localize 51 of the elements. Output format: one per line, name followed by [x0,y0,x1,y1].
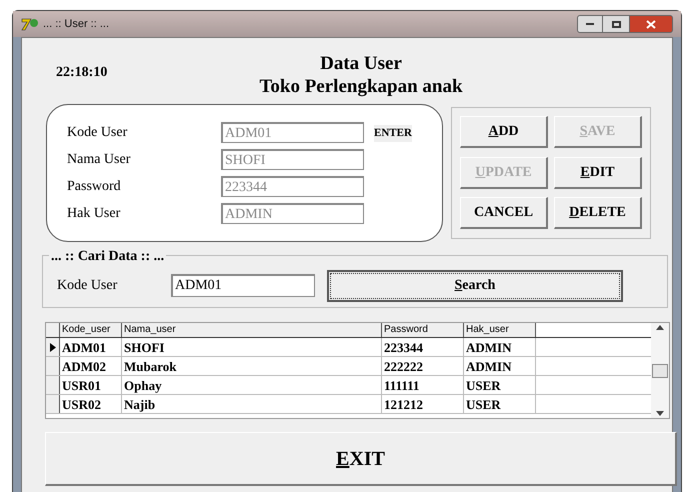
action-button[interactable]: DELETE [554,197,642,230]
table-cell: Ophay [122,376,382,394]
row-indicator[interactable] [46,357,60,375]
row-pointer-icon [50,342,56,352]
field-label: Hak User [67,205,122,223]
enter-label: ENTER [374,125,412,142]
table-cell: ADMIN [464,357,536,375]
table-cell: USR02 [60,395,122,413]
table-cell: 121212 [382,395,464,413]
action-button[interactable]: CANCEL [460,197,548,230]
table-cell: USER [464,376,536,394]
table-cell: SHOFI [122,338,382,356]
search-button[interactable]: Search [327,270,623,302]
window-title: ... :: User :: ... [43,16,110,32]
search-field[interactable]: ADM01 [171,274,315,297]
heading-title: Toko Perlengkapan anak [259,75,463,98]
field-label: Password [67,178,122,196]
table-cell: ADM01 [60,338,122,356]
close-button[interactable] [629,15,673,33]
field-label: Nama User [67,151,132,169]
field-label: Kode User [67,124,128,142]
heading-title: Data User [320,52,402,75]
minimize-button[interactable] [577,15,603,33]
column-header[interactable]: Password [382,323,464,337]
table-cell: 223344 [382,338,464,356]
table-cell: Najib [122,395,382,413]
clock-text: 22:18:10 [56,65,108,80]
table-cell: ADMIN [464,338,536,356]
table-cell: Mubarok [122,357,382,375]
table-cell: USR01 [60,376,122,394]
scroll-down-icon[interactable] [656,411,664,416]
column-header[interactable]: Nama_user [122,323,382,337]
table-cell: 222222 [382,357,464,375]
grid-corner-cell [46,323,60,337]
action-button[interactable]: EDIT [554,156,642,189]
row-indicator[interactable] [46,338,60,356]
exit-button[interactable]: EXIT [45,432,677,486]
table-cell: USER [464,395,536,413]
table-cell: ADM02 [60,357,122,375]
scroll-up-icon[interactable] [656,325,664,330]
maximize-button[interactable] [603,15,629,33]
action-button[interactable]: ADD [460,116,548,148]
column-header[interactable]: Kode_user [60,323,122,337]
search-label: Kode User [57,277,118,295]
row-indicator[interactable] [46,395,60,413]
row-indicator[interactable] [46,376,60,394]
close-icon [646,20,656,28]
table-cell: 111111 [382,376,464,394]
app-logo-icon [21,17,39,31]
column-header[interactable]: Hak_user [464,323,536,337]
scroll-thumb[interactable] [652,364,668,378]
